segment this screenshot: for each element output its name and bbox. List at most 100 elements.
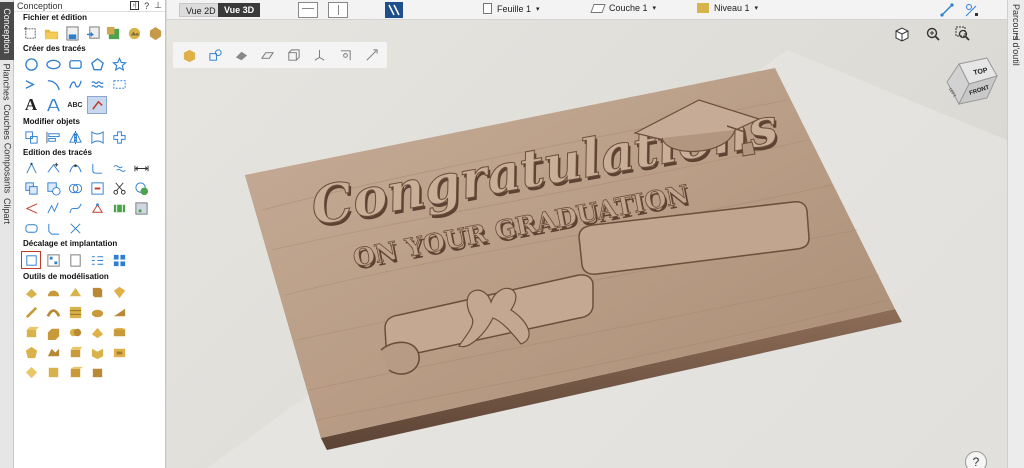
trim-icon[interactable] bbox=[87, 179, 107, 197]
sheet-icon[interactable] bbox=[65, 251, 85, 269]
bake-icon[interactable] bbox=[109, 343, 129, 361]
star-icon[interactable] bbox=[109, 55, 129, 73]
axis-icon[interactable] bbox=[310, 46, 328, 64]
3d-viewport[interactable]: Congratulations Congratulations ON YOUR … bbox=[167, 20, 1007, 468]
bevel-icon[interactable] bbox=[65, 283, 85, 301]
split-icon[interactable] bbox=[43, 323, 63, 341]
smooth-icon[interactable] bbox=[87, 303, 107, 321]
add-node-icon[interactable] bbox=[43, 159, 63, 177]
mirror-icon[interactable] bbox=[65, 128, 85, 146]
view-cube[interactable]: TOP FRONT LEFT bbox=[939, 56, 1001, 116]
toolpaths-tab[interactable]: Parcours d'outil bbox=[1007, 0, 1024, 468]
snap-icon[interactable] bbox=[939, 2, 955, 18]
extend-icon[interactable] bbox=[21, 199, 41, 217]
fill-pattern-icon[interactable] bbox=[109, 251, 129, 269]
zoom-in-icon[interactable] bbox=[925, 26, 943, 44]
dome-icon[interactable] bbox=[43, 283, 63, 301]
layout-split-icon[interactable] bbox=[328, 2, 348, 18]
pin-icon[interactable]: ⊥ bbox=[154, 0, 162, 11]
nesting-icon[interactable] bbox=[43, 251, 63, 269]
tabs-icon[interactable] bbox=[109, 199, 129, 217]
node-edit-icon[interactable] bbox=[21, 159, 41, 177]
sculpt-icon[interactable] bbox=[21, 303, 41, 321]
unfreeze-icon[interactable] bbox=[87, 363, 107, 381]
import-model-icon[interactable] bbox=[104, 24, 123, 42]
subtract-icon[interactable] bbox=[43, 179, 63, 197]
zero-icon[interactable] bbox=[43, 363, 63, 381]
distort-icon[interactable] bbox=[87, 128, 107, 146]
wrap-icon[interactable] bbox=[65, 343, 85, 361]
move-icon[interactable] bbox=[21, 128, 41, 146]
shape-editor-icon[interactable] bbox=[21, 283, 41, 301]
check-vectors-icon[interactable] bbox=[131, 179, 151, 197]
fade-icon[interactable] bbox=[109, 303, 129, 321]
polyline-icon[interactable] bbox=[21, 75, 41, 93]
stack-icon[interactable] bbox=[109, 323, 129, 341]
circle-icon[interactable] bbox=[21, 55, 41, 73]
curve-fit-icon[interactable] bbox=[43, 199, 63, 217]
freeze-icon[interactable] bbox=[65, 363, 85, 381]
mold-icon[interactable] bbox=[87, 323, 107, 341]
two-rail-icon[interactable] bbox=[43, 303, 63, 321]
sweep-icon[interactable] bbox=[109, 283, 129, 301]
distort-model-icon[interactable] bbox=[21, 343, 41, 361]
ellipse-icon[interactable] bbox=[43, 55, 63, 73]
bend-icon[interactable] bbox=[43, 343, 63, 361]
vtab-composants[interactable]: Composants bbox=[0, 142, 14, 194]
rounded-rect-icon[interactable] bbox=[21, 219, 41, 237]
snap-grid-icon[interactable] bbox=[964, 2, 980, 18]
vector-toggle-icon[interactable] bbox=[206, 46, 224, 64]
origin-icon[interactable] bbox=[336, 46, 354, 64]
shading-icon[interactable] bbox=[232, 46, 250, 64]
arc-icon[interactable] bbox=[43, 75, 63, 93]
light-icon[interactable] bbox=[362, 46, 380, 64]
help-button[interactable]: ? bbox=[965, 451, 987, 468]
wave-icon[interactable] bbox=[87, 75, 107, 93]
vtab-couches[interactable]: Couches bbox=[0, 104, 14, 140]
scissors-icon[interactable] bbox=[109, 179, 129, 197]
merge-icon[interactable] bbox=[65, 323, 85, 341]
vtab-clipart[interactable]: Clipart bbox=[0, 196, 14, 226]
toolpaths-pin-icon[interactable]: ⊥ bbox=[1012, 32, 1021, 43]
close-vector-icon[interactable] bbox=[65, 219, 85, 237]
measure-icon[interactable] bbox=[131, 159, 151, 177]
vtab-planches[interactable]: Planches bbox=[0, 62, 14, 102]
image-icon[interactable] bbox=[131, 199, 151, 217]
slice-icon[interactable] bbox=[21, 323, 41, 341]
intersect-icon[interactable] bbox=[65, 179, 85, 197]
mirror-model-icon[interactable] bbox=[87, 343, 107, 361]
plane-icon[interactable] bbox=[258, 46, 276, 64]
extrude-icon[interactable] bbox=[87, 283, 107, 301]
smooth-node-icon[interactable] bbox=[65, 159, 85, 177]
polygon-icon[interactable] bbox=[87, 55, 107, 73]
chamfer-icon[interactable] bbox=[43, 219, 63, 237]
bezier-icon[interactable] bbox=[65, 199, 85, 217]
bitmap-icon[interactable] bbox=[125, 24, 144, 42]
help-icon[interactable]: ? bbox=[144, 1, 149, 11]
dock-pin-icon[interactable]: ›| bbox=[130, 1, 140, 10]
save-icon[interactable] bbox=[63, 24, 82, 42]
texture-icon[interactable] bbox=[65, 303, 85, 321]
render-material-icon[interactable] bbox=[180, 46, 198, 64]
vtab-conception[interactable]: Conception bbox=[0, 2, 14, 60]
view-2d-toggle[interactable]: Vue 2D bbox=[179, 3, 223, 17]
level-selector[interactable]: Niveau 1 ▾ bbox=[697, 3, 758, 13]
open-folder-icon[interactable] bbox=[42, 24, 61, 42]
reset-icon[interactable] bbox=[21, 363, 41, 381]
layout-dual-icon[interactable] bbox=[385, 2, 403, 18]
view-3d-toggle[interactable]: Vue 3D bbox=[218, 3, 261, 17]
fillet-icon[interactable] bbox=[87, 159, 107, 177]
offset-icon[interactable] bbox=[21, 251, 41, 269]
interlock-icon[interactable] bbox=[109, 159, 129, 177]
zoom-all-icon[interactable] bbox=[894, 26, 912, 44]
text-frame-icon[interactable] bbox=[109, 75, 129, 93]
rectangle-icon[interactable] bbox=[65, 55, 85, 73]
box-view-icon[interactable] bbox=[284, 46, 302, 64]
weld-icon[interactable] bbox=[21, 179, 41, 197]
join-icon[interactable] bbox=[87, 199, 107, 217]
text-on-curve-icon[interactable] bbox=[43, 96, 63, 114]
array-icon[interactable] bbox=[109, 128, 129, 146]
copy-along-icon[interactable] bbox=[87, 251, 107, 269]
import-icon[interactable] bbox=[84, 24, 103, 42]
sheet-selector[interactable]: Feuille 1 ▾ bbox=[483, 3, 540, 14]
